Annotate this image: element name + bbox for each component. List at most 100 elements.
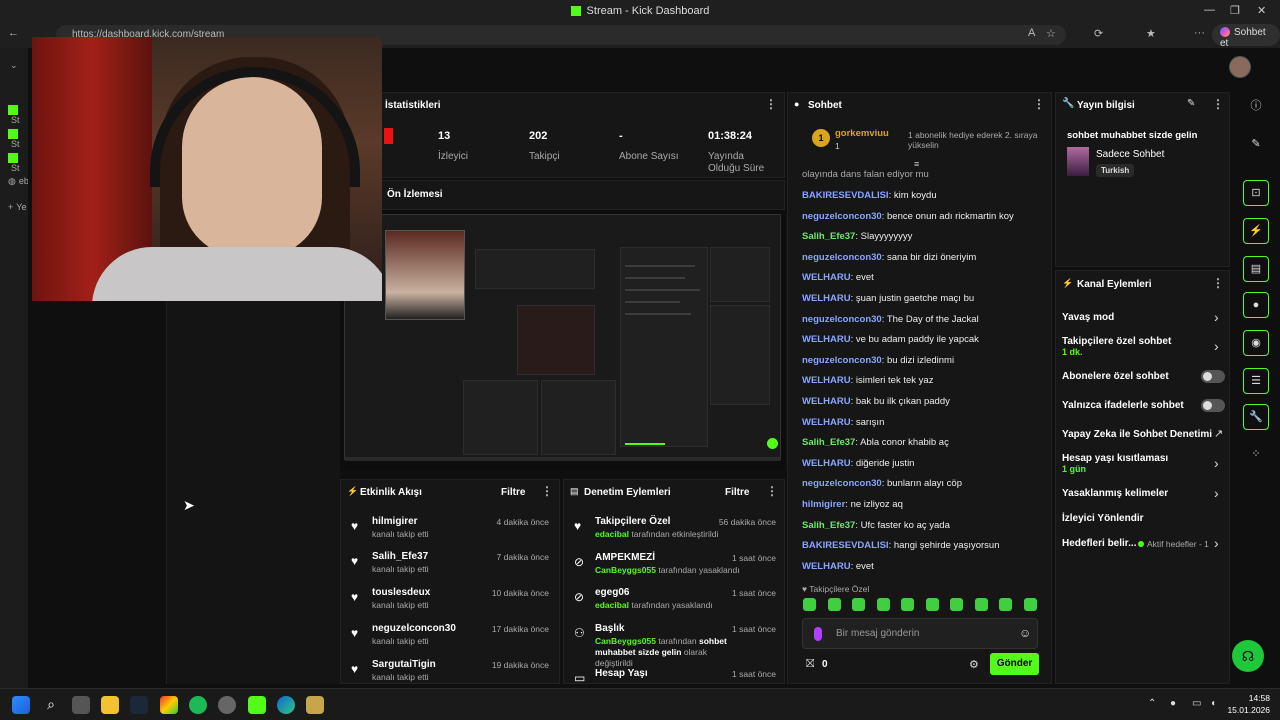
category-name[interactable]: Sadece Sohbet [1096, 149, 1164, 160]
mic-icon[interactable] [814, 627, 822, 641]
edit-pencil-icon[interactable]: ✎ [1243, 132, 1269, 158]
activity-filter-button[interactable]: Filtre [501, 487, 525, 498]
tab-3[interactable]: St [8, 152, 22, 173]
clock-date[interactable]: 15.01.2026 [1222, 705, 1270, 715]
chat-settings-icon[interactable]: ⚙ [969, 658, 979, 671]
chat-username[interactable]: WELHARU [802, 458, 851, 469]
edit-pencil-icon[interactable]: ✎ [1187, 98, 1195, 109]
mod-user[interactable]: CanBeyggs055 [595, 565, 656, 575]
chevron-right-icon[interactable]: › [1214, 535, 1219, 551]
back-icon[interactable]: ← [8, 27, 19, 39]
chat-username[interactable]: WELHARU [802, 293, 851, 304]
feed-user[interactable]: SargutaiTigin [372, 659, 436, 670]
moderation-menu-icon[interactable]: ⋮ [766, 484, 778, 498]
stream-info-menu-icon[interactable]: ⋮ [1212, 97, 1224, 111]
send-button[interactable]: Gönder [990, 653, 1039, 675]
favorite-star-icon[interactable]: ☆ [1046, 27, 1056, 40]
copilot-chat-button[interactable]: Sohbet et [1212, 24, 1280, 49]
chat-username[interactable]: WELHARU [802, 396, 851, 407]
channel-actions-menu-icon[interactable]: ⋮ [1212, 276, 1224, 290]
document-icon[interactable]: ▤ [1243, 256, 1269, 282]
bolt-icon[interactable]: ⚡ [1243, 218, 1269, 244]
chat-menu-icon[interactable]: ⋮ [1033, 97, 1045, 111]
emote-button[interactable] [827, 598, 841, 611]
chevron-right-icon[interactable]: › [1214, 485, 1219, 501]
banned-words-row[interactable]: Yasaklanmış kelimeler [1062, 488, 1168, 499]
chat-username[interactable]: neguzelconcon30 [802, 314, 882, 325]
chat-input[interactable]: Bir mesaj gönderin ☺ [802, 618, 1038, 649]
stats-menu-icon[interactable]: ⋮ [765, 97, 777, 111]
mic-tray-icon[interactable]: ● [1170, 698, 1176, 709]
ai-moderation-row[interactable]: Yapay Zeka ile Sohbet Denetimi [1062, 429, 1212, 440]
read-aloud-icon[interactable]: A [1028, 27, 1035, 39]
close-icon[interactable]: ✕ [1257, 4, 1266, 17]
emote-button[interactable] [925, 598, 939, 611]
minimize-icon[interactable]: — [1204, 4, 1215, 16]
steam-icon[interactable] [130, 696, 148, 714]
mod-user[interactable]: edacibal [595, 529, 629, 539]
chat-username[interactable]: Salih_Efe37 [802, 437, 855, 448]
favorites-icon[interactable]: ★ [1146, 27, 1156, 40]
screen-capture-icon[interactable]: ⊡ [1243, 180, 1269, 206]
emote-button[interactable] [901, 598, 914, 611]
activity-menu-icon[interactable]: ⋮ [541, 484, 553, 498]
emote-button[interactable] [876, 598, 890, 611]
chevron-right-icon[interactable]: › [1214, 309, 1219, 325]
chat-username[interactable]: WELHARU [802, 272, 851, 283]
chevron-right-icon[interactable]: › [1214, 338, 1219, 354]
edge-icon[interactable] [277, 696, 295, 714]
feed-user[interactable]: Salih_Efe37 [372, 551, 428, 562]
spotify-icon[interactable] [189, 696, 207, 714]
chat-username[interactable]: neguzelconcon30 [802, 478, 882, 489]
clock-time[interactable]: 14:58 [1238, 693, 1270, 703]
gift-icon[interactable]: ⛝ [806, 658, 814, 671]
chat-scroll-icon[interactable]: ≡ [914, 159, 919, 169]
tabs-collapse-icon[interactable]: ⌄ [10, 60, 24, 72]
obs-icon[interactable] [218, 696, 236, 714]
chat-username[interactable]: BAKIRESEVDALISI [802, 540, 889, 551]
emote-button[interactable] [852, 598, 865, 611]
emote-chat-toggle[interactable] [1201, 399, 1225, 412]
chat-username[interactable]: neguzelconcon30 [802, 252, 882, 263]
chrome-icon[interactable] [160, 696, 178, 714]
emote-button[interactable] [803, 598, 816, 611]
network-icon[interactable]: ▭ [1192, 698, 1201, 709]
kick-app-icon[interactable] [248, 696, 266, 714]
chat-username[interactable]: WELHARU [802, 417, 851, 428]
chat-username[interactable]: hilmigirer [802, 499, 845, 510]
tab-1[interactable]: St [8, 104, 22, 125]
chat-username[interactable]: Salih_Efe37 [802, 520, 855, 531]
goals-row[interactable]: Hedefleri belir... [1062, 538, 1136, 549]
mod-user[interactable]: edacibal [595, 600, 629, 610]
tray-chevron-icon[interactable]: ⌃ [1148, 698, 1156, 709]
chat-username[interactable]: WELHARU [802, 375, 851, 386]
chat-username[interactable]: neguzelconcon30 [802, 355, 882, 366]
feed-user[interactable]: touslesdeux [372, 587, 430, 598]
support-headset-icon[interactable]: ☊ [1232, 640, 1264, 672]
chat-icon[interactable]: ● [1243, 292, 1269, 318]
chevron-right-icon[interactable]: › [1214, 455, 1219, 471]
volume-icon[interactable]: ◖ [1210, 698, 1216, 709]
chat-username[interactable]: neguzelconcon30 [802, 211, 882, 222]
file-explorer-icon[interactable] [101, 696, 119, 714]
emote-button[interactable] [974, 598, 988, 611]
chat-username[interactable]: WELHARU [802, 334, 851, 345]
emote-button[interactable] [1023, 598, 1037, 611]
layout-icon[interactable]: ☰ [1243, 368, 1269, 394]
chat-username[interactable]: WELHARU [802, 561, 851, 572]
feed-user[interactable]: neguzelconcon30 [372, 623, 456, 634]
app-icon[interactable] [306, 696, 324, 714]
apps-icon[interactable]: ⁘ [1243, 442, 1269, 468]
external-link-icon[interactable]: ↗ [1214, 427, 1223, 440]
new-tab-button[interactable]: + Ye [8, 202, 26, 214]
tab-4[interactable]: ◍ eb [8, 176, 29, 188]
emote-button[interactable] [999, 598, 1012, 611]
subscribers-chat-toggle[interactable] [1201, 370, 1225, 383]
moderation-filter-button[interactable]: Filtre [725, 487, 749, 498]
chat-username[interactable]: BAKIRESEVDALISI [802, 190, 889, 201]
wrench-icon[interactable]: 🔧 [1243, 404, 1269, 430]
tab-2[interactable]: St [8, 128, 22, 149]
chat-username[interactable]: Salih_Efe37 [802, 231, 855, 242]
broadcast-icon[interactable]: ◉ [1243, 330, 1269, 356]
avatar[interactable] [1229, 56, 1251, 78]
